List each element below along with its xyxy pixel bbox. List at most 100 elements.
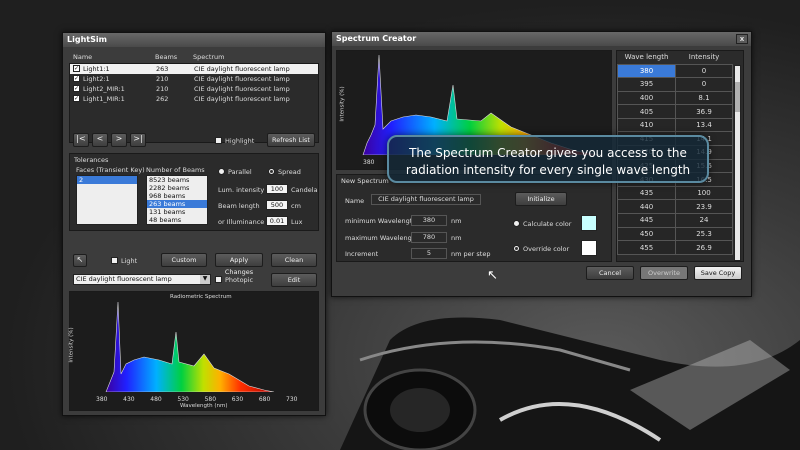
- highlight-checkbox[interactable]: [215, 137, 222, 144]
- lightsim-title: LightSim: [63, 33, 325, 47]
- faces-list[interactable]: 2: [76, 175, 138, 225]
- table-row[interactable]: 455 26.9: [617, 240, 733, 255]
- lights-list[interactable]: ✓ Light1:1 263 CIE daylight fluorescent lam…: [69, 63, 319, 143]
- wavelength-cell[interactable]: 395: [617, 77, 676, 92]
- intensity-cell[interactable]: 25.3: [675, 226, 733, 242]
- table-row[interactable]: ✓ Light2_MIR:1 210 CIE daylight fluorescent…: [70, 84, 318, 94]
- list-item[interactable]: 8523 beams: [147, 176, 207, 184]
- initialize-button[interactable]: Initialize: [515, 192, 567, 206]
- illuminance-input[interactable]: 0.01: [266, 216, 288, 226]
- intensity-cell[interactable]: 8.1: [675, 90, 733, 106]
- table-row[interactable]: ✓ Light1_MIR:1 262 CIE daylight fluorescent…: [70, 94, 318, 104]
- increment-input[interactable]: 5: [411, 248, 447, 259]
- wavelength-cell[interactable]: 400: [617, 90, 676, 106]
- photopic-checkbox[interactable]: [215, 276, 222, 283]
- max-wavelength-input[interactable]: 780: [411, 232, 447, 243]
- beam-length-input[interactable]: 500: [266, 200, 288, 210]
- table-row[interactable]: 405 36.9: [617, 104, 733, 119]
- table-row[interactable]: ✓ Light1:1 263 CIE daylight fluorescent lam…: [70, 64, 318, 74]
- refresh-list-button[interactable]: Refresh List: [267, 133, 315, 147]
- spectrum-plot: [105, 302, 275, 392]
- close-icon[interactable]: x: [736, 34, 748, 44]
- wavelength-cell[interactable]: 455: [617, 240, 676, 255]
- intensity-cell[interactable]: 24: [675, 213, 733, 228]
- intensity-cell[interactable]: 0: [675, 77, 733, 92]
- intensity-cell[interactable]: 23.9: [675, 199, 733, 215]
- override-color-swatch[interactable]: [581, 240, 597, 256]
- lum-intensity-input[interactable]: 100: [266, 184, 288, 194]
- nav-next-button[interactable]: >: [111, 133, 127, 147]
- override-color-radio[interactable]: [513, 245, 520, 252]
- clean-button[interactable]: Clean: [271, 253, 317, 267]
- row-checkbox[interactable]: ✓: [73, 75, 80, 82]
- wavelength-cell[interactable]: 440: [617, 199, 676, 215]
- overwrite-button[interactable]: Overwrite: [640, 266, 688, 280]
- min-wavelength-unit: nm: [451, 217, 462, 225]
- calculate-color-radio[interactable]: [513, 220, 520, 227]
- row-checkbox[interactable]: ✓: [73, 95, 80, 102]
- wavelength-cell[interactable]: 435: [617, 185, 676, 201]
- list-item[interactable]: 131 beams: [147, 208, 207, 216]
- calculated-color-swatch[interactable]: [581, 215, 597, 231]
- table-row[interactable]: 410 13.4: [617, 117, 733, 133]
- wavelength-cell[interactable]: 450: [617, 226, 676, 242]
- list-item[interactable]: 48 beams: [147, 216, 207, 224]
- intensity-cell[interactable]: 36.9: [675, 104, 733, 119]
- tooltip-line-1: The Spectrum Creator gives you access to…: [409, 146, 687, 160]
- intensity-cell[interactable]: 100: [675, 185, 733, 201]
- wavelength-cell[interactable]: 410: [617, 117, 676, 133]
- light-name: Light2:1: [83, 75, 110, 83]
- list-item[interactable]: 263 beams: [147, 200, 207, 208]
- light-label: Light: [121, 257, 138, 265]
- row-checkbox[interactable]: ✓: [73, 65, 80, 72]
- faces-item[interactable]: 2: [77, 176, 137, 184]
- intensity-cell[interactable]: 13.4: [675, 117, 733, 133]
- wavelength-cell[interactable]: 445: [617, 213, 676, 228]
- table-row[interactable]: 450 25.3: [617, 226, 733, 242]
- tick-label: 680: [258, 396, 271, 403]
- spectrum-name-input[interactable]: CIE daylight fluorescent lamp: [371, 194, 481, 205]
- table-row[interactable]: 400 8.1: [617, 90, 733, 106]
- tolerances-group: Tolerances Faces (Transient Key) 2 Numbe…: [69, 153, 319, 231]
- table-row[interactable]: 440 23.9: [617, 199, 733, 215]
- creator-chart-tick: 380: [363, 159, 375, 166]
- table-row[interactable]: ✓ Light2:1 210 CIE daylight fluorescent lam…: [70, 74, 318, 84]
- nav-prev-button[interactable]: <: [92, 133, 108, 147]
- wavelength-cell[interactable]: 405: [617, 104, 676, 119]
- chevron-down-icon[interactable]: ▼: [200, 275, 210, 284]
- lightsim-window: LightSim Name Beams Spectrum ✓ Light1:1 26…: [62, 32, 326, 416]
- custom-button[interactable]: Custom: [161, 253, 207, 267]
- edit-button[interactable]: Edit: [271, 273, 317, 287]
- list-item[interactable]: 968 beams: [147, 192, 207, 200]
- table-row[interactable]: 395 0: [617, 77, 733, 92]
- tick-label: 380: [96, 396, 108, 403]
- row-checkbox[interactable]: ✓: [73, 85, 80, 92]
- intensity-cell[interactable]: 26.9: [675, 240, 733, 255]
- tolerances-title: Tolerances: [74, 156, 109, 164]
- min-wavelength-input[interactable]: 380: [411, 215, 447, 226]
- col-header-beams: Beams: [155, 53, 178, 61]
- nav-first-button[interactable]: |<: [73, 133, 89, 147]
- intensity-cell[interactable]: 0: [675, 63, 733, 79]
- table-row[interactable]: 380 0: [617, 63, 733, 79]
- save-copy-button[interactable]: Save Copy: [694, 266, 742, 280]
- table-row[interactable]: 435 100: [617, 185, 733, 201]
- beams-list[interactable]: 8523 beams 2282 beams 968 beams 263 beams 13…: [146, 175, 208, 225]
- beam-length-unit: cm: [291, 202, 301, 210]
- wavelength-cell[interactable]: 380: [617, 63, 676, 79]
- spectrum-select[interactable]: CIE daylight fluorescent lamp ▼: [73, 274, 211, 285]
- light-checkbox[interactable]: [111, 257, 118, 264]
- nav-last-button[interactable]: >|: [130, 133, 146, 147]
- pick-cursor-button[interactable]: ↖: [73, 254, 87, 267]
- table-row[interactable]: 445 24: [617, 213, 733, 228]
- creator-title-text: Spectrum Creator: [336, 34, 417, 43]
- lum-unit: Candela: [291, 186, 318, 194]
- cancel-button[interactable]: Cancel: [586, 266, 634, 280]
- apply-changes-button[interactable]: Apply Changes: [215, 253, 263, 276]
- table-scrollbar[interactable]: [734, 65, 741, 261]
- calculate-color-label: Calculate color: [523, 220, 572, 228]
- parallel-radio[interactable]: [218, 168, 225, 175]
- scroll-thumb[interactable]: [735, 82, 740, 112]
- list-item[interactable]: 2282 beams: [147, 184, 207, 192]
- spread-radio[interactable]: [268, 168, 275, 175]
